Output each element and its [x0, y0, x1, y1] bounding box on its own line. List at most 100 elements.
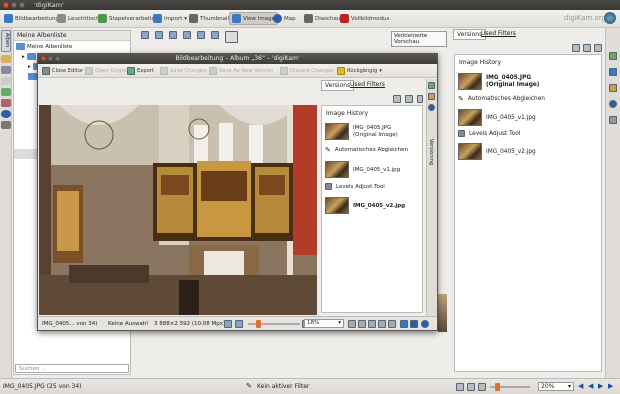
- zoom-slider[interactable]: [490, 383, 530, 391]
- tree-view-icon[interactable]: [583, 44, 591, 52]
- thumbnails-icon: [189, 14, 198, 23]
- back-arrow-icon[interactable]: [141, 31, 149, 39]
- last-image-icon[interactable]: [183, 31, 191, 39]
- album-search-input[interactable]: Suchen ...: [15, 364, 129, 373]
- forward-arrow-icon[interactable]: [155, 31, 163, 39]
- globe-icon[interactable]: [421, 320, 429, 328]
- save-new-version-button[interactable]: Save As New Version: [209, 66, 273, 76]
- history-entry-filter[interactable]: Levels Adjust Tool: [458, 130, 520, 137]
- history-entry-v2[interactable]: IMG_0405_v2.jpg: [458, 143, 536, 160]
- zoom-out-icon[interactable]: [235, 320, 243, 328]
- album-row[interactable]: ▸: [22, 52, 36, 61]
- history-entry-filter[interactable]: ✎ Automatisches Abgleichen: [458, 95, 545, 103]
- list-view-icon[interactable]: [572, 44, 580, 52]
- undo-button[interactable]: Rückgängig ▾: [337, 66, 382, 76]
- toolbar-map-button[interactable]: Map: [271, 12, 298, 25]
- left-sidebar-tabs: Alben: [0, 28, 12, 378]
- fuzzy-search-tab-icon[interactable]: [1, 99, 11, 107]
- tab-used-filters[interactable]: Used Filters: [478, 29, 519, 38]
- toolbar-label: Bildbearbeitung: [15, 15, 59, 22]
- history-entry-v1[interactable]: IMG_0405_v1.jpg: [325, 161, 400, 178]
- tree-view-icon[interactable]: [405, 95, 413, 103]
- editor-close-button[interactable]: [41, 56, 46, 61]
- close-window-button[interactable]: [3, 2, 9, 8]
- timeline-tab-icon[interactable]: [1, 77, 11, 85]
- album-row[interactable]: [28, 72, 37, 81]
- preview-nav-buttons: [141, 31, 238, 43]
- first-image-icon[interactable]: [169, 31, 177, 39]
- fit-window-icon[interactable]: [456, 383, 464, 391]
- overexposure-indicator-icon[interactable]: [358, 320, 366, 328]
- first-image-icon[interactable]: ◀: [578, 382, 583, 390]
- geolocation-tab-icon[interactable]: [428, 104, 435, 111]
- zoom-out-icon[interactable]: [478, 383, 486, 391]
- levels-filter-icon: [458, 130, 465, 137]
- previous-image-icon[interactable]: ◀: [588, 382, 593, 390]
- actual-size-icon[interactable]: [467, 383, 475, 391]
- auto-adjust-filter-icon: ✎: [458, 95, 464, 103]
- metadata-tab-icon[interactable]: [609, 68, 617, 76]
- editor-tab-used-filters[interactable]: Used Filters: [347, 80, 388, 89]
- colors-tab-icon[interactable]: [609, 84, 617, 92]
- list-view-icon[interactable]: [393, 95, 401, 103]
- combined-view-icon[interactable]: [417, 95, 423, 103]
- versioning-tab-icon[interactable]: [609, 116, 617, 124]
- people-tab-icon[interactable]: [1, 121, 11, 129]
- info-icon[interactable]: [400, 320, 408, 328]
- color-managed-view-icon[interactable]: [368, 320, 376, 328]
- toolbar-fullscreen-button[interactable]: Vollbildmodus: [338, 12, 391, 25]
- compare-icon[interactable]: [388, 320, 396, 328]
- history-entry-filter[interactable]: Levels Adjust Tool: [325, 183, 385, 190]
- zoom-slider-handle[interactable]: [256, 320, 261, 328]
- toolbar-import-button[interactable]: Import ▾: [151, 12, 189, 25]
- zoom-slider-handle[interactable]: [495, 383, 500, 391]
- toolbar-image-editor-button[interactable]: Bildbearbeitung: [2, 12, 61, 25]
- main-zoom-combo[interactable]: 20% ▾: [538, 382, 574, 391]
- zoom-slider[interactable]: [248, 320, 300, 328]
- edited-image-canvas[interactable]: [39, 105, 317, 315]
- edit-toggle-icon[interactable]: [225, 31, 238, 43]
- editor-zoom-combo[interactable]: 18% ▾: [304, 319, 344, 328]
- fit-window-icon[interactable]: [224, 320, 232, 328]
- editor-minimize-button[interactable]: [48, 56, 53, 61]
- colors-tab-icon[interactable]: [428, 93, 435, 100]
- open-original-button[interactable]: Open Original: [85, 66, 131, 76]
- maximize-window-button[interactable]: [19, 2, 25, 8]
- geolocation-tab-icon[interactable]: [609, 100, 617, 108]
- save-changes-button[interactable]: Save Changes: [160, 66, 207, 76]
- history-entry-filter[interactable]: ✎ Automatisches Abgleichen: [325, 146, 408, 154]
- preview-mode-icon[interactable]: [378, 320, 386, 328]
- export-button[interactable]: Export: [127, 66, 154, 76]
- minimize-window-button[interactable]: [11, 2, 17, 8]
- history-entry-v2[interactable]: IMG_0405_v2.jpg: [325, 197, 405, 214]
- map-search-tab-icon[interactable]: [1, 110, 11, 118]
- versioning-tab[interactable]: Versioning: [428, 139, 434, 165]
- toolbar-thumbnails-button[interactable]: Thumbnails: [187, 12, 234, 25]
- help-icon[interactable]: [410, 320, 418, 328]
- album-root-row[interactable]: Meine Albenliste: [16, 42, 72, 51]
- tab-albums[interactable]: Alben: [1, 30, 11, 52]
- reduced-preview-button[interactable]: Verkleinerte Vorschau: [391, 31, 447, 47]
- search-tab-icon[interactable]: [1, 88, 11, 96]
- next-image-icon[interactable]: ▶: [598, 382, 603, 390]
- slideshow-icon: [304, 14, 313, 23]
- discard-changes-button[interactable]: Discard Changes: [280, 66, 334, 76]
- history-entry-original[interactable]: IMG_0405.JPG (Original Image): [325, 123, 398, 140]
- toolbar-label: Import: [164, 15, 183, 22]
- underexposure-indicator-icon[interactable]: [348, 320, 356, 328]
- save-as-icon: [209, 67, 217, 75]
- rotate-left-icon[interactable]: [197, 31, 205, 39]
- rotate-right-icon[interactable]: [211, 31, 219, 39]
- last-image-icon[interactable]: ▶: [608, 382, 613, 390]
- tags-tab-icon[interactable]: [1, 55, 11, 63]
- calendar-tab-icon[interactable]: [1, 66, 11, 74]
- editor-toolbar: Close Editor Open Original Export Save C…: [38, 64, 437, 78]
- history-entry-original[interactable]: IMG_0405.JPG (Original Image): [458, 73, 539, 90]
- combined-view-icon[interactable]: [594, 44, 602, 52]
- properties-tab-icon[interactable]: [428, 82, 435, 89]
- toolbar-lighttable-button[interactable]: Leuchttisch: [55, 12, 102, 25]
- history-entry-v1[interactable]: IMG_0405_v1.jpg: [458, 109, 536, 126]
- close-editor-button[interactable]: Close Editor: [42, 66, 83, 76]
- editor-maximize-button[interactable]: [55, 56, 60, 61]
- properties-tab-icon[interactable]: [609, 52, 617, 60]
